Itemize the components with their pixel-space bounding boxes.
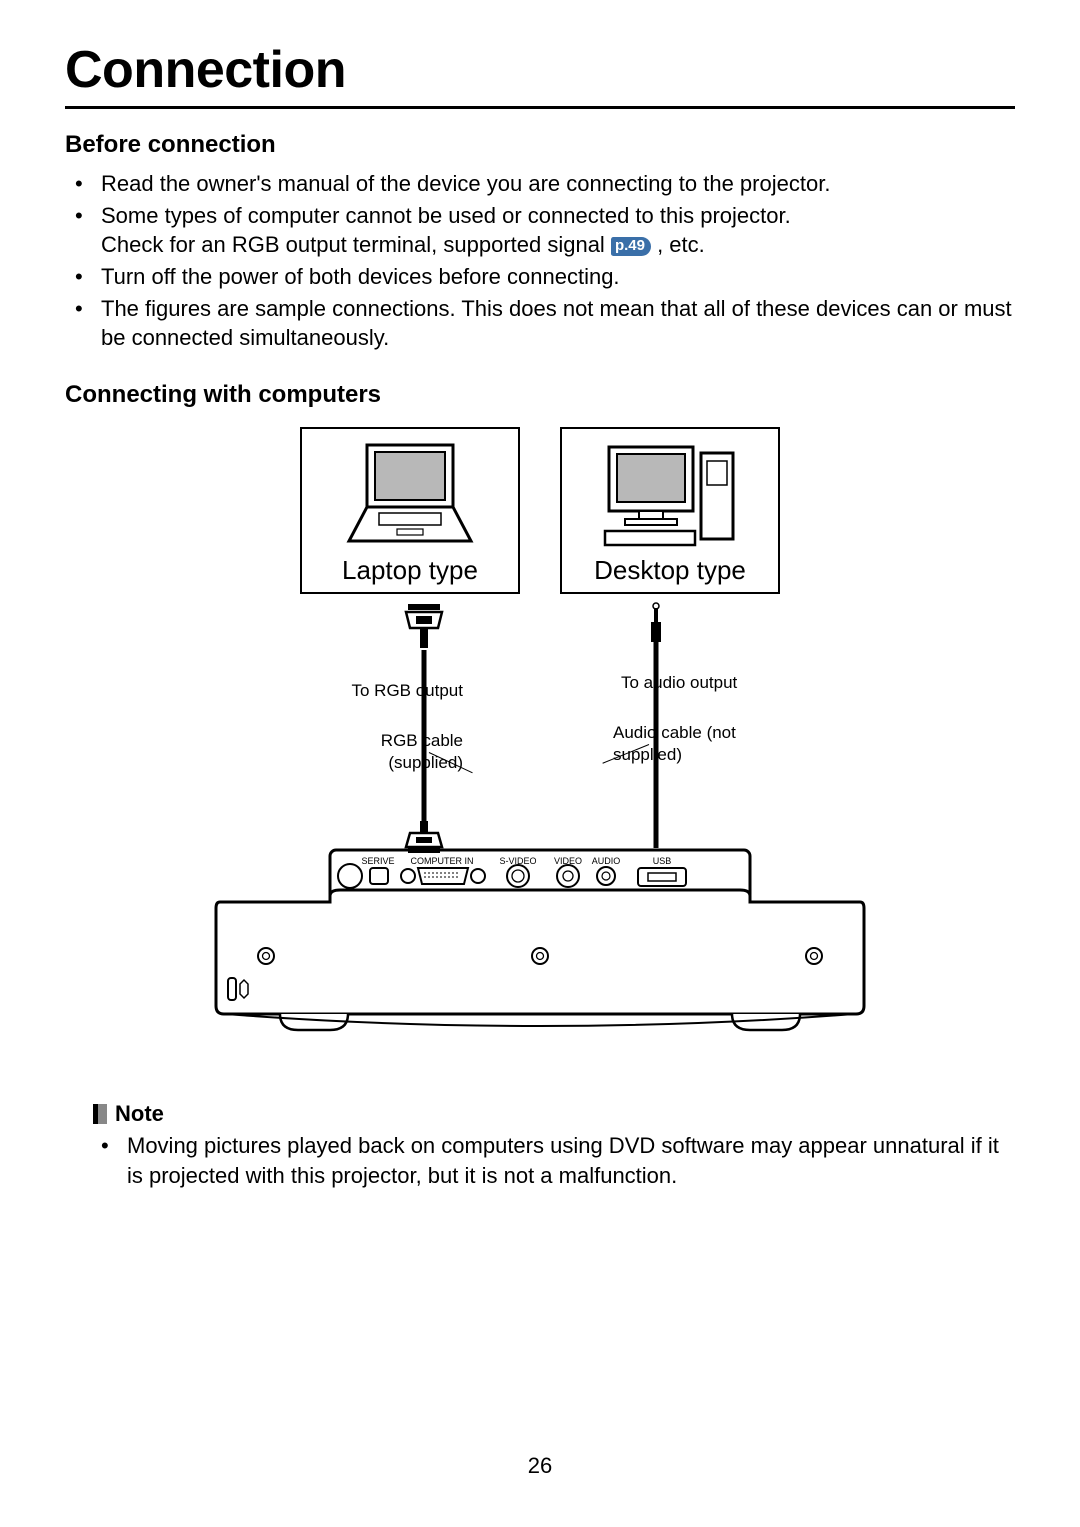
check-suffix: , etc. [657, 232, 705, 257]
note-block: Note Moving pictures played back on comp… [65, 1101, 1015, 1190]
bullet-text: Some types of computer cannot be used or… [101, 203, 791, 228]
port-audio-label: AUDIO [592, 856, 621, 866]
desktop-box: Desktop type [560, 427, 780, 594]
bullet-item: Some types of computer cannot be used or… [65, 201, 1015, 260]
projector-rear-icon: SERIVE COMPUTER IN S-VIDEO VIDEO AUDIO U… [180, 846, 900, 1051]
before-connection-list: Read the owner's manual of the device yo… [65, 169, 1015, 353]
to-rgb-label: To RGB output [313, 680, 463, 702]
check-prefix: Check for an RGB output terminal, suppor… [101, 232, 611, 257]
note-label: Note [115, 1101, 164, 1127]
laptop-box: Laptop type [300, 427, 520, 594]
before-connection-heading: Before connection [65, 131, 1015, 159]
vga-connector-icon [319, 602, 529, 650]
rgb-cable-column: To RGB output RGB cable (supplied) [319, 602, 529, 852]
page-title: Connection [65, 40, 1015, 109]
connecting-computers-heading: Connecting with computers [65, 381, 1015, 409]
note-item: Moving pictures played back on computers… [93, 1131, 1015, 1190]
port-service-label: SERIVE [361, 856, 394, 866]
note-marker-icon [93, 1104, 107, 1124]
bullet-item: Turn off the power of both devices befor… [65, 262, 1015, 292]
bullet-item: The figures are sample connections. This… [65, 294, 1015, 353]
vga-connector-bottom-icon [404, 821, 444, 860]
port-usb-label: USB [653, 856, 672, 866]
to-audio-label: To audio output [621, 672, 771, 694]
laptop-label: Laptop type [302, 555, 518, 586]
audio-cable-column: To audio output Audio cable (not supplie… [551, 602, 761, 852]
audio-cable-label: Audio cable (not supplied) [613, 722, 773, 766]
desktop-label: Desktop type [562, 555, 778, 586]
rgb-cable-label: RGB cable (supplied) [313, 730, 463, 774]
connection-diagram: Laptop type Desktop type [65, 427, 1015, 1051]
audio-jack-icon [551, 602, 761, 644]
page-number: 26 [0, 1453, 1080, 1479]
laptop-icon [302, 439, 518, 549]
bullet-item: Read the owner's manual of the device yo… [65, 169, 1015, 199]
desktop-icon [562, 439, 778, 549]
page-ref-badge: p.49 [611, 237, 651, 256]
